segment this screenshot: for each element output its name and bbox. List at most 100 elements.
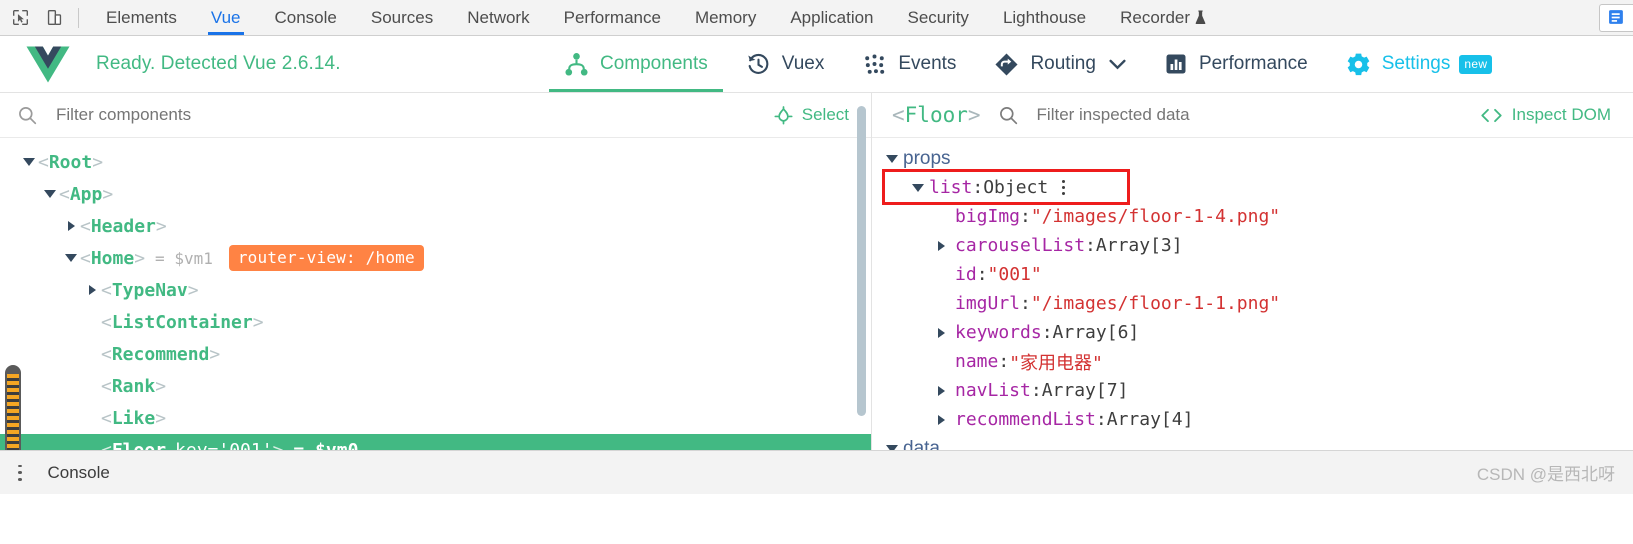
devtools-tab-network[interactable]: Network bbox=[450, 0, 546, 35]
devtools-tab-security[interactable]: Security bbox=[891, 0, 986, 35]
tab-vuex[interactable]: Vuex bbox=[727, 36, 844, 92]
devtools-tab-sources[interactable]: Sources bbox=[354, 0, 450, 35]
inspector-section-data[interactable]: data bbox=[886, 434, 1633, 450]
property-value: "/images/floor-1-1.png" bbox=[1030, 293, 1281, 314]
angle-bracket-close: > bbox=[967, 103, 981, 127]
tree-row-header[interactable]: < Header > bbox=[0, 210, 871, 242]
inspect-dom-button[interactable]: Inspect DOM bbox=[1480, 105, 1611, 125]
tab-label: Routing bbox=[1030, 53, 1096, 74]
component-tag: < Root > bbox=[38, 152, 103, 173]
chevron-down-icon[interactable] bbox=[20, 146, 38, 178]
component-tree-pane: Select <Root> <App><Header><Home>= $vm1ro… bbox=[0, 93, 872, 470]
tab-settings[interactable]: Settings new bbox=[1327, 36, 1512, 92]
tree-arrow-placeholder bbox=[83, 402, 101, 434]
inspected-data-filter-row: <Floor> Inspect DOM bbox=[872, 93, 1633, 138]
tree-row-typenav[interactable]: < TypeNav > bbox=[0, 274, 871, 306]
devtools-tab-performance[interactable]: Performance bbox=[547, 0, 678, 35]
inspector-row-recommendList[interactable]: recommendList: Array[4] bbox=[886, 405, 1633, 434]
inspector-row-bigImg[interactable]: bigImg: "/images/floor-1-4.png" bbox=[886, 202, 1633, 231]
vue-extension-icon[interactable] bbox=[1599, 3, 1633, 32]
angle-bracket-close: > bbox=[272, 439, 284, 451]
chevron-right-icon[interactable] bbox=[938, 385, 955, 396]
flask-icon bbox=[1194, 10, 1207, 25]
inspector-row-navList[interactable]: navList: Array[7] bbox=[886, 376, 1633, 405]
devtools-tab-recorder[interactable]: Recorder bbox=[1103, 0, 1224, 35]
tree-row-rank[interactable]: < Rank > bbox=[0, 370, 871, 402]
property-separator: : bbox=[1095, 409, 1107, 430]
inspector-section-props[interactable]: props bbox=[886, 144, 1633, 173]
search-icon bbox=[18, 106, 37, 125]
component-tag: < Floor key='001' > bbox=[101, 440, 283, 451]
tab-label: Elements bbox=[106, 7, 177, 27]
angle-bracket-open: < bbox=[101, 279, 112, 301]
devtools-tab-lighthouse[interactable]: Lighthouse bbox=[986, 0, 1103, 35]
inspected-component-name: Floor bbox=[904, 103, 968, 127]
tree-row-like[interactable]: < Like > bbox=[0, 402, 871, 434]
chevron-down-icon[interactable] bbox=[62, 242, 80, 274]
inspector-row-list[interactable]: list: Object bbox=[886, 173, 1633, 202]
component-tree[interactable]: < Root > < App > < Header > < Home > = $vm1 router-vi… bbox=[0, 138, 871, 450]
tab-events[interactable]: Events bbox=[843, 36, 975, 92]
select-component-button[interactable]: Select bbox=[774, 105, 849, 125]
chevron-right-icon[interactable] bbox=[938, 240, 955, 251]
component-name: Floor bbox=[111, 439, 167, 451]
property-key: navList bbox=[955, 380, 1031, 401]
inspector-row-keywords[interactable]: keywords: Array[6] bbox=[886, 318, 1633, 347]
property-value: Array[3] bbox=[1095, 235, 1183, 256]
settings-new-badge: new bbox=[1459, 54, 1493, 74]
chevron-right-icon[interactable] bbox=[62, 210, 80, 242]
devtools-tab-elements[interactable]: Elements bbox=[89, 0, 194, 35]
inspector-row-imgUrl[interactable]: imgUrl: "/images/floor-1-1.png" bbox=[886, 289, 1633, 318]
tab-label: Sources bbox=[370, 7, 434, 27]
devtools-tab-memory[interactable]: Memory bbox=[678, 0, 773, 35]
angle-bracket-close: > bbox=[155, 375, 167, 397]
tree-arrow-placeholder bbox=[83, 306, 101, 338]
chevron-down-icon[interactable] bbox=[912, 183, 929, 192]
chevron-down-icon[interactable] bbox=[41, 178, 59, 210]
tree-scrollbar[interactable] bbox=[857, 106, 866, 416]
inspect-element-icon[interactable] bbox=[6, 4, 34, 32]
tab-components[interactable]: Components bbox=[545, 36, 727, 92]
inspector-row-id[interactable]: id: "001" bbox=[886, 260, 1633, 289]
kebab-menu-icon[interactable] bbox=[18, 463, 22, 483]
devtools-tab-console[interactable]: Console bbox=[258, 0, 354, 35]
devtools-tab-vue[interactable]: Vue bbox=[194, 0, 258, 35]
inspect-dom-label: Inspect DOM bbox=[1511, 105, 1611, 124]
chevron-down-icon[interactable] bbox=[1109, 59, 1126, 70]
filter-components-input[interactable] bbox=[54, 104, 614, 126]
property-value: Object bbox=[983, 177, 1049, 198]
device-toolbar-icon[interactable] bbox=[40, 4, 68, 32]
tree-row-root[interactable]: < Root > bbox=[0, 146, 871, 178]
tree-row-recommend[interactable]: < Recommend > bbox=[0, 338, 871, 370]
angle-bracket-close: > bbox=[134, 247, 146, 269]
inspector-row-carouselList[interactable]: carouselList: Array[3] bbox=[886, 231, 1633, 260]
tree-row-floor-key001[interactable]: < Floor key='001' > = $vm0 bbox=[0, 434, 871, 450]
chevron-down-icon[interactable] bbox=[886, 154, 903, 163]
tab-routing[interactable]: Routing bbox=[975, 36, 1145, 92]
angle-bracket-open: < bbox=[80, 247, 91, 269]
component-tag: < Rank > bbox=[101, 376, 166, 397]
property-separator: : bbox=[1041, 322, 1053, 343]
inspected-data-tree[interactable]: props list: Object bigImg: "/images/floor-… bbox=[872, 138, 1633, 450]
inspector-row-name[interactable]: name: "家用电器" bbox=[886, 347, 1633, 376]
filter-inspected-data-input[interactable] bbox=[1034, 104, 1435, 126]
property-value: Array[7] bbox=[1041, 380, 1129, 401]
tree-row-listcontainer[interactable]: < ListContainer > bbox=[0, 306, 871, 338]
tree-row-home[interactable]: < Home > = $vm1 router-view: /home bbox=[0, 242, 871, 274]
property-key: keywords bbox=[955, 322, 1042, 343]
router-view-badge: router-view: /home bbox=[228, 245, 424, 271]
chevron-right-icon[interactable] bbox=[83, 274, 101, 306]
tab-performance[interactable]: Performance bbox=[1145, 36, 1327, 92]
chevron-right-icon[interactable] bbox=[938, 327, 955, 338]
inspector-pane: <Floor> Inspect DOM propslist: Objectbig… bbox=[872, 93, 1633, 450]
tree-row-app[interactable]: < App > bbox=[0, 178, 871, 210]
property-value: "001" bbox=[987, 264, 1042, 285]
devtools-right-actions bbox=[1599, 0, 1633, 35]
property-menu-icon[interactable] bbox=[1062, 179, 1066, 197]
component-tag: < ListContainer > bbox=[101, 312, 264, 333]
chevron-right-icon[interactable] bbox=[938, 414, 955, 425]
vue-devtools-header: Ready. Detected Vue 2.6.14. Components V… bbox=[0, 36, 1633, 93]
devtools-tab-application[interactable]: Application bbox=[773, 0, 890, 35]
console-drawer-label[interactable]: Console bbox=[48, 463, 110, 483]
property-value: "/images/floor-1-4.png" bbox=[1030, 206, 1281, 227]
